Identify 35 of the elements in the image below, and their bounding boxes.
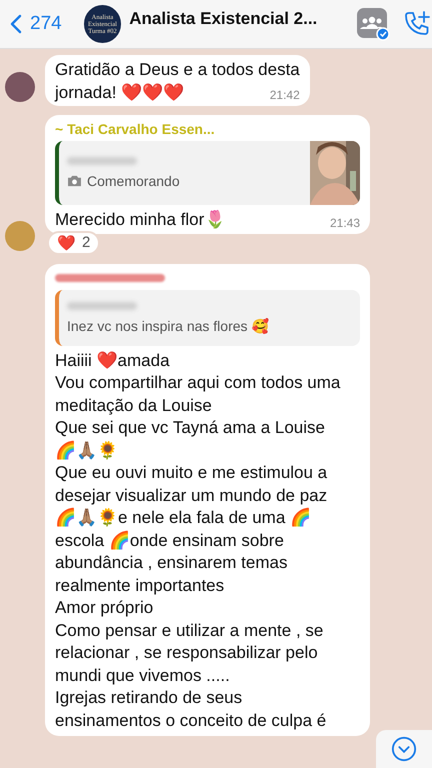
message-text: 🌈🙏🏽🌻 bbox=[55, 440, 118, 462]
message-text: meditação da Louise bbox=[55, 394, 212, 417]
back-button[interactable]: 274 bbox=[10, 13, 62, 35]
message-text: Que eu ouvi muito e me estimulou a bbox=[55, 462, 328, 484]
camera-icon bbox=[67, 175, 82, 187]
avatar[interactable] bbox=[5, 72, 35, 102]
message-text: Merecido minha flor🌷 bbox=[55, 209, 226, 231]
message-text: escola 🌈onde ensinam sobre bbox=[55, 530, 284, 552]
message-text: Haiiii ❤amada bbox=[55, 350, 170, 372]
message-text: Igrejas retirando de seus bbox=[55, 687, 242, 709]
message-text: 🌈🙏🏽🌻e nele ela fala de uma 🌈 bbox=[55, 507, 312, 529]
group-icon[interactable] bbox=[356, 7, 390, 41]
chevron-down-icon bbox=[391, 736, 417, 762]
quote-text: Comemorando bbox=[87, 173, 180, 189]
message-text: abundância , ensinarem temas bbox=[55, 552, 288, 574]
message-time: 21:43 bbox=[328, 216, 360, 230]
message-text: Que sei que vc Tayná ama a Louise bbox=[55, 417, 325, 439]
message-text: relacionar , se responsabilizar pelo bbox=[55, 642, 318, 664]
message-text: Amor próprio bbox=[55, 597, 154, 619]
message-text: Gratidão a Deus e a todos desta bbox=[55, 59, 300, 81]
quote-text: Inez vc nos inspira nas flores 🥰 bbox=[67, 318, 268, 334]
message-text: Vou compartilhar aqui com todos uma bbox=[55, 372, 340, 394]
message-text: Como pensar e utilizar a mente , se bbox=[55, 620, 324, 642]
message-text: mundi que vivemos ..... bbox=[55, 664, 230, 686]
message-time: 21:42 bbox=[268, 88, 300, 102]
message-text: realmente importantes bbox=[55, 574, 224, 596]
chevron-left-icon bbox=[10, 14, 22, 34]
message-text: desejar visualizar um mundo de paz bbox=[55, 484, 328, 506]
quoted-message[interactable]: Comemorando bbox=[55, 141, 360, 205]
reaction-pill[interactable]: ❤ 2 bbox=[47, 230, 100, 254]
scroll-down-button[interactable] bbox=[376, 730, 432, 768]
message-text: jornada! ❤❤❤ bbox=[55, 82, 184, 104]
quoted-message[interactable]: Inez vc nos inspira nas flores 🥰 bbox=[55, 290, 360, 346]
message-text: ensinamentos o conceito de culpa é bbox=[55, 710, 326, 732]
chat-title[interactable]: Analista Existencial 2... bbox=[129, 9, 344, 39]
